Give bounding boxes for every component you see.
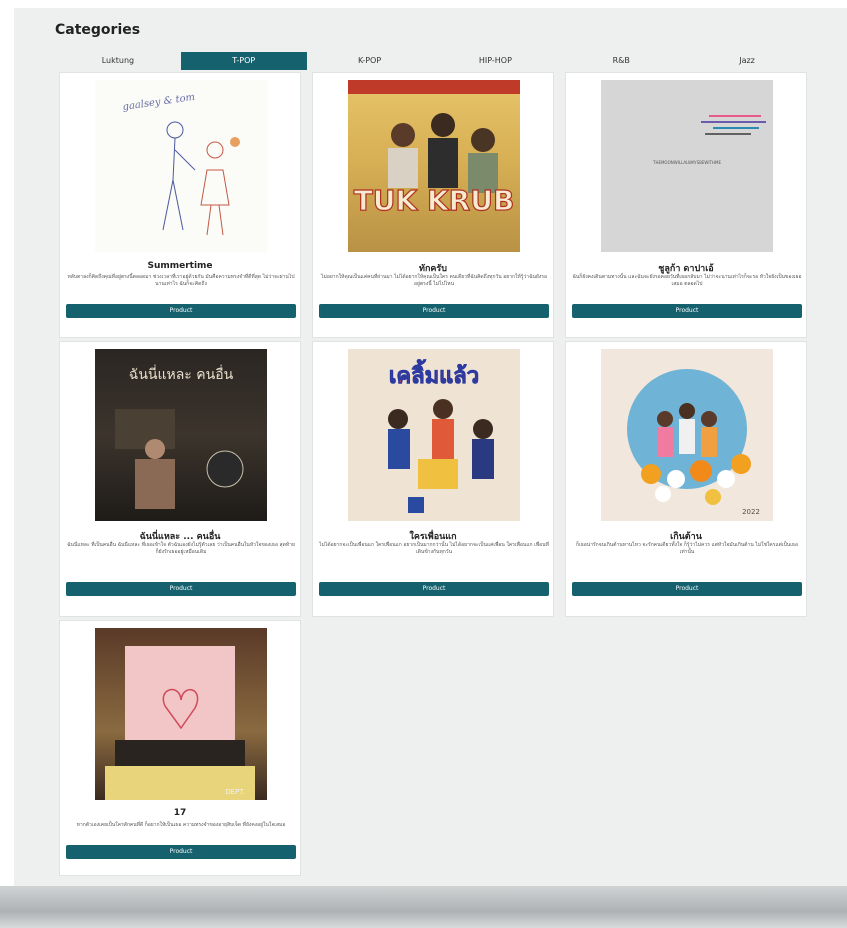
product-card-summertime: gaalsey & tom Summertime หลับตาลงก็คิดถึ…	[59, 72, 301, 338]
tab-luktung[interactable]: Luktung	[55, 52, 181, 70]
album-art-chan-ni-lae: ฉันนี่แหละ คนอื่น	[95, 349, 267, 521]
tab-rnb[interactable]: R&B	[558, 52, 684, 70]
album-art-tukkrub: TUK KRUB	[348, 80, 520, 252]
card-title: ชูลูก้า ดาปาเอ้	[658, 264, 714, 274]
chan-ni-lae-art-text: ฉันนี่แหละ คนอื่น	[129, 365, 234, 383]
tab-tpop[interactable]: T-POP	[180, 52, 307, 70]
product-card-koen-tan: 2022 เกินต้าน ก็เธอน่ารักจนเกินต้านทานไห…	[565, 341, 807, 617]
tab-kpop[interactable]: K-POP	[307, 52, 433, 70]
product-button[interactable]: Product	[319, 304, 549, 318]
card-title: ทักครับ	[419, 264, 447, 274]
page-title: Categories	[55, 22, 141, 38]
product-button[interactable]: Product	[572, 304, 802, 318]
product-card-chuluka: THEMOONWILLALWAYSBEWITHME ชูลูก้า ดาปาเอ…	[565, 72, 807, 338]
product-button[interactable]: Product	[66, 845, 296, 859]
card-description: หากตัวเองเคยเป็นใครสักคนที่ดี ก็อยากให้เ…	[76, 822, 286, 828]
card-description: ไม่อยากให้คุณเป็นแค่คนที่ผ่านมา ไม่ได้อย…	[321, 274, 547, 287]
tukkrub-art-text: TUK KRUB	[354, 184, 515, 217]
tab-jazz[interactable]: Jazz	[684, 52, 810, 70]
album-art-summertime: gaalsey & tom	[95, 80, 267, 252]
product-button[interactable]: Product	[319, 582, 549, 596]
product-card-tukkrub: TUK KRUB ทักครับ ไม่อยากให้คุณเป็นแค่คนท…	[312, 72, 554, 338]
product-card-krai-puean-kae: เคลิ้มแล้ว ใครเพื่อนแก ไม่ได้อยากจะเป็นเ…	[312, 341, 554, 617]
card-description: ฉันก็ยังคงเดินตามทางนั้น และฉันจะยังรอคอ…	[572, 274, 802, 287]
album-art-koen-tan: 2022	[601, 349, 773, 521]
product-card-17: DEPT. 17 หากตัวเองเคยเป็นใครสักคนที่ดี ก…	[59, 620, 301, 876]
card-title: ฉันนี่แหละ ... คนอื่น	[139, 532, 221, 542]
krai-art-text: เคลิ้มแล้ว	[389, 359, 479, 389]
koen-tan-art-text: 2022	[742, 508, 760, 516]
card-description: ไม่ได้อยากจะเป็นเพื่อนแก ใครเพื่อนแก อยา…	[319, 542, 549, 555]
product-button[interactable]: Product	[66, 582, 296, 596]
card-description: หลับตาลงก็คิดถึงคุณที่อยู่ตรงนี้ตลอดมา ช…	[67, 274, 295, 287]
tab-hiphop[interactable]: HIP-HOP	[432, 52, 558, 70]
seventeen-art-text: DEPT.	[225, 788, 245, 796]
product-button[interactable]: Product	[66, 304, 296, 318]
card-description: ฉันนี่แหละ ที่เป็นคนอื่น ฉันนี่แหละ ที่เ…	[67, 542, 295, 555]
card-title: Summertime	[147, 261, 213, 271]
album-art-chuluka: THEMOONWILLALWAYSBEWITHME	[601, 80, 773, 252]
card-title: เกินต้าน	[670, 532, 702, 542]
card-title: ใครเพื่อนแก	[409, 532, 457, 542]
summertime-art-text: gaalsey & tom	[122, 92, 196, 113]
card-description: ก็เธอน่ารักจนเกินต้านทานไหว จะรักคนเดียว…	[575, 542, 798, 555]
album-art-krai-puean-kae: เคลิ้มแล้ว	[348, 349, 520, 521]
product-card-chan-ni-lae: ฉันนี่แหละ คนอื่น ฉันนี่แหละ ... คนอื่น …	[59, 341, 301, 617]
bottom-fade	[0, 886, 847, 928]
card-title: 17	[173, 808, 187, 818]
album-art-17: DEPT.	[95, 628, 267, 800]
category-tabs: Luktung T-POP K-POP HIP-HOP R&B Jazz	[55, 52, 810, 70]
product-button[interactable]: Product	[572, 582, 802, 596]
chuluka-art-text: THEMOONWILLALWAYSBEWITHME	[652, 160, 721, 165]
